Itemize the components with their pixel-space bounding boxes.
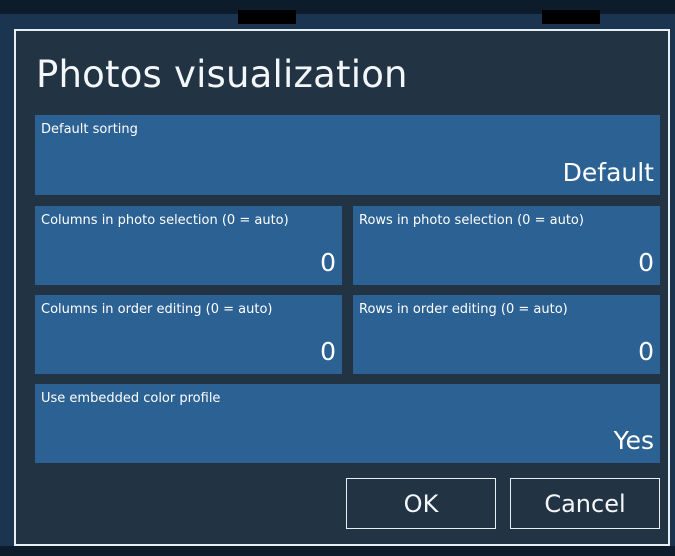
photos-visualization-dialog: Photos visualization Default sorting Def… <box>14 29 670 546</box>
columns-photo-selection-value: 0 <box>320 248 336 277</box>
rows-photo-selection-field[interactable]: Rows in photo selection (0 = auto) 0 <box>353 206 660 285</box>
columns-order-editing-label: Columns in order editing (0 = auto) <box>41 302 273 317</box>
rows-order-editing-label: Rows in order editing (0 = auto) <box>359 302 568 317</box>
cancel-button[interactable]: Cancel <box>510 478 660 529</box>
columns-photo-selection-label: Columns in photo selection (0 = auto) <box>41 213 289 228</box>
default-sorting-value: Default <box>562 158 654 187</box>
background-notch <box>238 10 296 24</box>
default-sorting-label: Default sorting <box>41 122 138 137</box>
default-sorting-field[interactable]: Default sorting Default <box>35 115 660 195</box>
background-notch <box>542 10 600 24</box>
rows-order-editing-field[interactable]: Rows in order editing (0 = auto) 0 <box>353 295 660 374</box>
ok-button[interactable]: OK <box>346 478 496 529</box>
embedded-color-profile-label: Use embedded color profile <box>41 391 221 406</box>
columns-order-editing-field[interactable]: Columns in order editing (0 = auto) 0 <box>35 295 342 374</box>
columns-order-editing-value: 0 <box>320 337 336 366</box>
rows-order-editing-value: 0 <box>638 337 654 366</box>
rows-photo-selection-value: 0 <box>638 248 654 277</box>
background-bottom-strip <box>0 546 675 556</box>
dialog-title: Photos visualization <box>36 53 408 96</box>
embedded-color-profile-field[interactable]: Use embedded color profile Yes <box>35 384 660 463</box>
embedded-color-profile-value: Yes <box>613 426 654 455</box>
columns-photo-selection-field[interactable]: Columns in photo selection (0 = auto) 0 <box>35 206 342 285</box>
rows-photo-selection-label: Rows in photo selection (0 = auto) <box>359 213 584 228</box>
